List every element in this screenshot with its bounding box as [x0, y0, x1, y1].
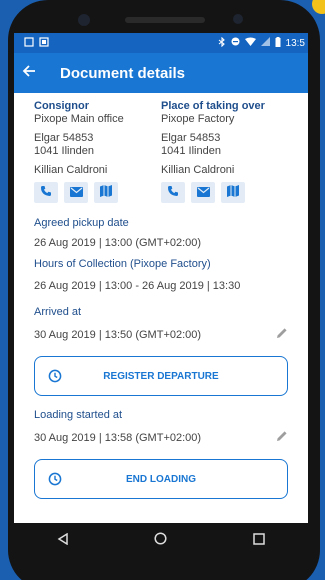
- parties-section: Consignor Pixope Main office Elgar 54853…: [34, 99, 288, 203]
- clock-icon: [48, 369, 62, 388]
- signal-icon: [260, 37, 270, 49]
- status-bar: 13:5: [14, 33, 308, 53]
- register-departure-button[interactable]: REGISTER DEPARTURE: [34, 356, 288, 396]
- back-arrow-icon[interactable]: [22, 64, 42, 83]
- pencil-icon[interactable]: [276, 429, 288, 447]
- app-bar: Document details: [14, 53, 308, 93]
- place-address-line2: 1041 Ilinden: [161, 145, 221, 157]
- mail-icon: [196, 184, 210, 202]
- place-address-line1: Elgar 54853: [161, 132, 221, 144]
- wifi-icon: [244, 37, 256, 49]
- register-departure-label: REGISTER DEPARTURE: [103, 370, 219, 382]
- agreed-pickup-label: Agreed pickup date: [34, 217, 129, 229]
- battery-icon: [275, 36, 281, 50]
- background-decoration: [312, 0, 325, 14]
- clock-text: 13:5: [285, 37, 305, 49]
- agreed-pickup-value: 26 Aug 2019 | 13:00 (GMT+02:00): [34, 237, 202, 249]
- phone-icon: [167, 184, 179, 202]
- place-name: Pixope Factory: [161, 113, 235, 125]
- do-not-disturb-icon: [231, 37, 240, 49]
- details-content: Consignor Pixope Main office Elgar 54853…: [14, 93, 308, 499]
- arrived-at-label: Arrived at: [34, 306, 82, 318]
- place-contact: Killian Caldroni: [161, 164, 235, 176]
- consignor-call-button[interactable]: [34, 182, 58, 203]
- notification-icon: [24, 36, 34, 50]
- end-loading-label: END LOADING: [126, 473, 196, 485]
- image-notification-icon: [39, 36, 49, 50]
- hours-of-collection-label: Hours of Collection (Pixope Factory): [34, 258, 211, 270]
- loading-started-value: 30 Aug 2019 | 13:58 (GMT+02:00): [34, 431, 202, 444]
- arrived-at-value: 30 Aug 2019 | 13:50 (GMT+02:00): [34, 328, 202, 341]
- system-navigation-bar: [14, 523, 308, 559]
- pencil-icon[interactable]: [276, 326, 288, 344]
- consignor-heading: Consignor: [34, 100, 89, 112]
- front-camera: [78, 14, 90, 26]
- clock-icon: [48, 472, 62, 491]
- end-loading-button[interactable]: END LOADING: [34, 459, 288, 499]
- consignor-block: Consignor Pixope Main office Elgar 54853…: [34, 99, 161, 203]
- consignor-contact: Killian Caldroni: [34, 164, 108, 176]
- consignor-address-line1: Elgar 54853: [34, 132, 94, 144]
- place-map-button[interactable]: [221, 182, 245, 203]
- consignor-address-line2: 1041 Ilinden: [34, 145, 94, 157]
- consignor-name: Pixope Main office: [34, 113, 124, 125]
- app-screen: 13:5 Document details Consignor Pixope M…: [14, 33, 308, 523]
- place-call-button[interactable]: [161, 182, 185, 203]
- sensor: [233, 14, 243, 24]
- nav-back-icon[interactable]: [57, 532, 69, 550]
- place-of-taking-over-block: Place of taking over Pixope Factory Elga…: [161, 99, 288, 203]
- phone-icon: [40, 184, 52, 202]
- hours-of-collection-value: 26 Aug 2019 | 13:00 - 26 Aug 2019 | 13:3…: [34, 280, 241, 292]
- bluetooth-icon: [218, 36, 226, 50]
- map-icon: [100, 184, 112, 202]
- loading-started-label: Loading started at: [34, 409, 123, 421]
- place-of-taking-over-heading: Place of taking over: [161, 100, 265, 112]
- earpiece: [125, 17, 205, 23]
- consignor-map-button[interactable]: [94, 182, 118, 203]
- place-email-button[interactable]: [191, 182, 215, 203]
- nav-home-icon[interactable]: [154, 532, 168, 550]
- map-icon: [227, 184, 239, 202]
- mail-icon: [69, 184, 83, 202]
- nav-recents-icon[interactable]: [253, 532, 265, 550]
- page-title: Document details: [60, 64, 186, 82]
- consignor-email-button[interactable]: [64, 182, 88, 203]
